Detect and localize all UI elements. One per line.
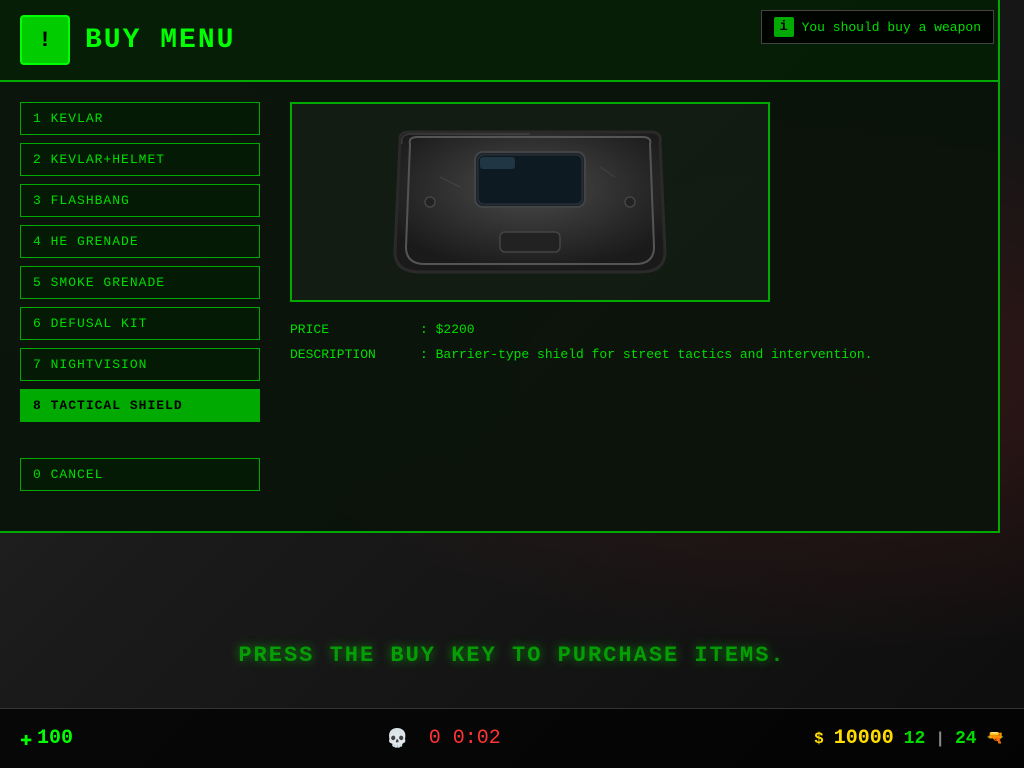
buy-menu-panel: ! Buy menu 1 KEVLAR 2 KEVLAR+HELMET 3 FL… bbox=[0, 0, 1000, 533]
money-value: 10000 bbox=[834, 727, 894, 750]
item-info: PRICE : $2200 DESCRIPTION : Barrier-type… bbox=[290, 317, 978, 377]
price-row: PRICE : $2200 bbox=[290, 322, 978, 337]
menu-item-flashbang[interactable]: 3 FLASHBANG bbox=[20, 184, 260, 217]
buy-menu-title: Buy menu bbox=[85, 25, 235, 56]
menu-spacer bbox=[20, 430, 260, 450]
weapon-icon: 🔫 bbox=[987, 730, 1004, 747]
notification-icon: i bbox=[774, 17, 794, 37]
notification-text: You should buy a weapon bbox=[802, 20, 981, 35]
timer-display: 0 0:02 bbox=[429, 727, 501, 750]
description-value: : Barrier-type shield for street tactics… bbox=[420, 347, 872, 362]
health-icon: ✚ bbox=[20, 726, 32, 752]
menu-item-smoke-grenade[interactable]: 5 SMOKE GRENADE bbox=[20, 266, 260, 299]
buy-menu-icon: ! bbox=[20, 15, 70, 65]
timer-value: 0:02 bbox=[453, 727, 501, 750]
menu-item-kevlar[interactable]: 1 KEVLAR bbox=[20, 102, 260, 135]
item-image bbox=[290, 102, 770, 302]
description-row: DESCRIPTION : Barrier-type shield for st… bbox=[290, 347, 978, 362]
menu-item-defusal-kit[interactable]: 6 DEFUSAL KIT bbox=[20, 307, 260, 340]
health-value: 100 bbox=[37, 727, 73, 750]
item-detail-panel: PRICE : $2200 DESCRIPTION : Barrier-type… bbox=[290, 102, 978, 491]
menu-item-kevlar-helmet[interactable]: 2 KEVLAR+HELMET bbox=[20, 143, 260, 176]
menu-item-cancel[interactable]: 0 CANCEL bbox=[20, 458, 260, 491]
buy-menu-content: 1 KEVLAR 2 KEVLAR+HELMET 3 FLASHBANG 4 H… bbox=[0, 82, 998, 511]
menu-items-list: 1 KEVLAR 2 KEVLAR+HELMET 3 FLASHBANG 4 H… bbox=[20, 102, 260, 491]
description-label: DESCRIPTION bbox=[290, 347, 410, 362]
notification-bar: i You should buy a weapon bbox=[761, 10, 994, 44]
buy-key-message: Press the BUY key to purchase items. bbox=[238, 643, 785, 668]
menu-item-nightvision[interactable]: 7 NIGHTVISION bbox=[20, 348, 260, 381]
hud-right: $ 10000 12 | 24 🔫 bbox=[814, 727, 1004, 750]
hud-health: ✚ 100 bbox=[20, 726, 73, 752]
money-icon: $ bbox=[814, 730, 824, 748]
menu-item-he-grenade[interactable]: 4 HE GRENADE bbox=[20, 225, 260, 258]
ammo-mag: 12 bbox=[904, 729, 926, 749]
menu-item-tactical-shield[interactable]: 8 TACTICAL SHIELD bbox=[20, 389, 260, 422]
ammo-reserve: 24 bbox=[955, 729, 977, 749]
shield-image bbox=[380, 122, 680, 282]
price-value: : $2200 bbox=[420, 322, 475, 337]
skull-icon: 💀 bbox=[386, 728, 408, 750]
price-label: PRICE bbox=[290, 322, 410, 337]
ammo-separator: | bbox=[935, 730, 945, 748]
hud-bottom: ✚ 100 💀 0 0:02 $ 10000 12 | 24 🔫 bbox=[0, 708, 1024, 768]
kills-count: 0 bbox=[429, 727, 441, 750]
